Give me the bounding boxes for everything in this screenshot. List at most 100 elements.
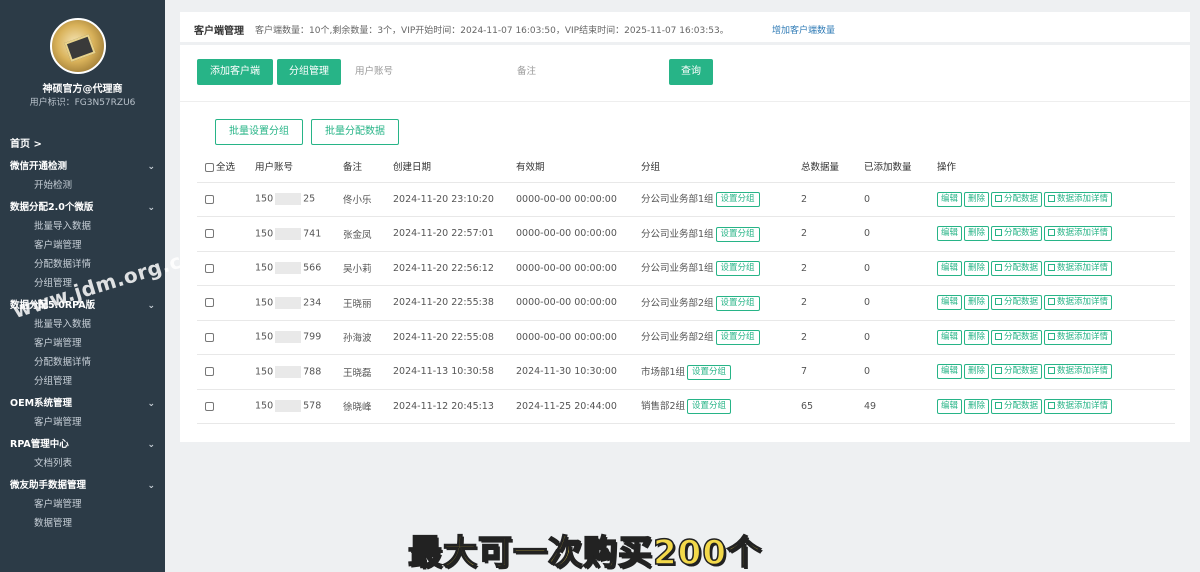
group-manage-button[interactable]: 分组管理 xyxy=(277,59,341,85)
group-cell: 销售部2组 设置分组 xyxy=(633,389,793,424)
avatar[interactable] xyxy=(50,18,106,74)
edit-button[interactable]: 编辑 xyxy=(937,398,963,414)
chevron-down-icon[interactable]: ⌄ xyxy=(147,199,155,217)
delete-button[interactable]: 删除 xyxy=(964,295,990,311)
set-group-button[interactable]: 设置分组 xyxy=(715,226,760,242)
assign-data-button[interactable]: 分配数据 xyxy=(991,329,1043,345)
data-detail-button[interactable]: 数据添加详情 xyxy=(1044,329,1113,345)
nav-item[interactable]: 数据管理 xyxy=(0,514,165,533)
nav-group-title[interactable]: RPA管理中心 ⌄ xyxy=(0,436,165,454)
row-checkbox[interactable] xyxy=(205,367,214,377)
row-select-cell xyxy=(197,320,247,355)
nav-item[interactable]: 客户端管理 xyxy=(0,236,165,255)
delete-button[interactable]: 删除 xyxy=(964,364,990,380)
data-detail-button[interactable]: 数据添加详情 xyxy=(1044,226,1113,242)
assign-data-button[interactable]: 分配数据 xyxy=(991,260,1043,276)
row-checkbox[interactable] xyxy=(205,194,214,204)
set-group-button[interactable]: 设置分组 xyxy=(687,364,732,380)
note-cell: 王晓丽 xyxy=(335,285,385,321)
data-detail-label: 数据添加详情 xyxy=(1057,193,1109,204)
nav-item[interactable]: 开始检测 xyxy=(0,176,165,195)
nav-item[interactable]: 批量导入数据 xyxy=(0,217,165,236)
row-checkbox[interactable] xyxy=(205,401,214,411)
assign-data-button[interactable]: 分配数据 xyxy=(991,226,1043,242)
set-group-button[interactable]: 设置分组 xyxy=(715,330,760,346)
delete-button[interactable]: 删除 xyxy=(964,191,990,207)
group-name: 分公司业务部1组 xyxy=(641,263,714,275)
nav-item[interactable]: 客户端管理 xyxy=(0,334,165,353)
batch-assign-data-button[interactable]: 批量分配数据 xyxy=(311,119,399,145)
edit-button[interactable]: 编辑 xyxy=(937,191,963,207)
nav-group-title[interactable]: 微友助手数据管理 ⌄ xyxy=(0,477,165,495)
nav-group: OEM系统管理 ⌄ 客户端管理 xyxy=(0,395,165,432)
data-detail-button[interactable]: 数据添加详情 xyxy=(1044,295,1113,311)
note-search-input[interactable]: 备注 xyxy=(505,59,665,85)
query-button[interactable]: 查询 xyxy=(669,59,713,85)
document-icon xyxy=(1048,367,1056,375)
assign-data-button[interactable]: 分配数据 xyxy=(991,191,1043,207)
data-detail-button[interactable]: 数据添加详情 xyxy=(1044,364,1113,380)
set-group-button[interactable]: 设置分组 xyxy=(715,295,760,311)
chevron-down-icon[interactable]: ⌄ xyxy=(147,436,155,454)
nav-home[interactable]: 首页 > xyxy=(0,136,165,154)
user-name: 神硕官方@代理商 xyxy=(42,84,123,95)
nav-item[interactable]: 分组管理 xyxy=(0,372,165,391)
table-row: 150 788 王晓磊 2024-11-13 10:30:58 2024-11-30 1… xyxy=(197,354,1175,390)
chevron-down-icon[interactable]: ⌄ xyxy=(147,297,155,315)
set-group-button[interactable]: 设置分组 xyxy=(715,192,760,208)
delete-button[interactable]: 删除 xyxy=(964,398,990,414)
created-cell: 2024-11-20 23:10:20 xyxy=(385,182,508,217)
add-client-quota-link[interactable]: 增加客户端数量 xyxy=(772,23,835,36)
nav-group-title[interactable]: 数据分配2.0个微版 ⌄ xyxy=(0,199,165,217)
expire-cell: 0000-00-00 00:00:00 xyxy=(508,320,633,355)
edit-button[interactable]: 编辑 xyxy=(937,226,963,242)
row-checkbox[interactable] xyxy=(205,229,214,239)
client-quota-info: 客户端数量：10个,剩余数量：3个，VIP开始时间：2024-11-07 16:… xyxy=(255,26,729,36)
note-cell: 张金凤 xyxy=(335,216,385,252)
row-checkbox[interactable] xyxy=(205,332,214,342)
chevron-down-icon[interactable]: ⌄ xyxy=(147,395,155,413)
edit-button[interactable]: 编辑 xyxy=(937,364,963,380)
select-all-header[interactable]: 全选 xyxy=(197,150,247,183)
group-cell: 分公司业务部1组 设置分组 xyxy=(633,251,793,286)
data-detail-label: 数据添加详情 xyxy=(1057,297,1109,308)
delete-button[interactable]: 删除 xyxy=(964,260,990,276)
account-prefix: 150 xyxy=(255,262,274,274)
assign-data-button[interactable]: 分配数据 xyxy=(991,364,1043,380)
table-row: 150 578 徐晓峰 2024-11-12 20:45:13 2024-11-25 2… xyxy=(197,389,1175,424)
expire-cell: 0000-00-00 00:00:00 xyxy=(508,251,633,286)
data-detail-button[interactable]: 数据添加详情 xyxy=(1044,191,1113,207)
document-icon xyxy=(995,194,1003,202)
group-name: 分公司业务部2组 xyxy=(641,332,714,344)
row-select-cell xyxy=(197,182,247,217)
nav-item[interactable]: 文档列表 xyxy=(0,454,165,473)
nav-item[interactable]: 分配数据详情 xyxy=(0,353,165,372)
data-detail-button[interactable]: 数据添加详情 xyxy=(1044,260,1113,276)
add-client-button[interactable]: 添加客户端 xyxy=(197,59,273,85)
document-icon xyxy=(995,263,1003,271)
set-group-button[interactable]: 设置分组 xyxy=(687,399,732,415)
delete-button[interactable]: 删除 xyxy=(964,329,990,345)
group-name: 销售部2组 xyxy=(641,401,686,413)
nav-item[interactable]: 客户端管理 xyxy=(0,413,165,432)
edit-button[interactable]: 编辑 xyxy=(937,329,963,345)
assign-data-button[interactable]: 分配数据 xyxy=(991,295,1043,311)
row-checkbox[interactable] xyxy=(205,298,214,308)
set-group-button[interactable]: 设置分组 xyxy=(715,261,760,277)
data-detail-button[interactable]: 数据添加详情 xyxy=(1044,398,1113,414)
nav-item[interactable]: 客户端管理 xyxy=(0,495,165,514)
delete-button[interactable]: 删除 xyxy=(964,226,990,242)
total-cell: 2 xyxy=(793,182,856,217)
assign-data-button[interactable]: 分配数据 xyxy=(991,398,1043,414)
edit-button[interactable]: 编辑 xyxy=(937,260,963,276)
account-search-input[interactable]: 用户账号 xyxy=(343,59,503,85)
nav-group-title[interactable]: 微信开通检测 ⌄ xyxy=(0,158,165,176)
row-checkbox[interactable] xyxy=(205,263,214,273)
select-all-checkbox[interactable] xyxy=(205,162,214,172)
edit-button[interactable]: 编辑 xyxy=(937,295,963,311)
chevron-down-icon[interactable]: ⌄ xyxy=(147,477,155,495)
chevron-down-icon[interactable]: ⌄ xyxy=(147,158,155,176)
batch-set-group-button[interactable]: 批量设置分组 xyxy=(215,119,303,145)
masked-account xyxy=(275,365,302,378)
nav-group-title[interactable]: OEM系统管理 ⌄ xyxy=(0,395,165,413)
